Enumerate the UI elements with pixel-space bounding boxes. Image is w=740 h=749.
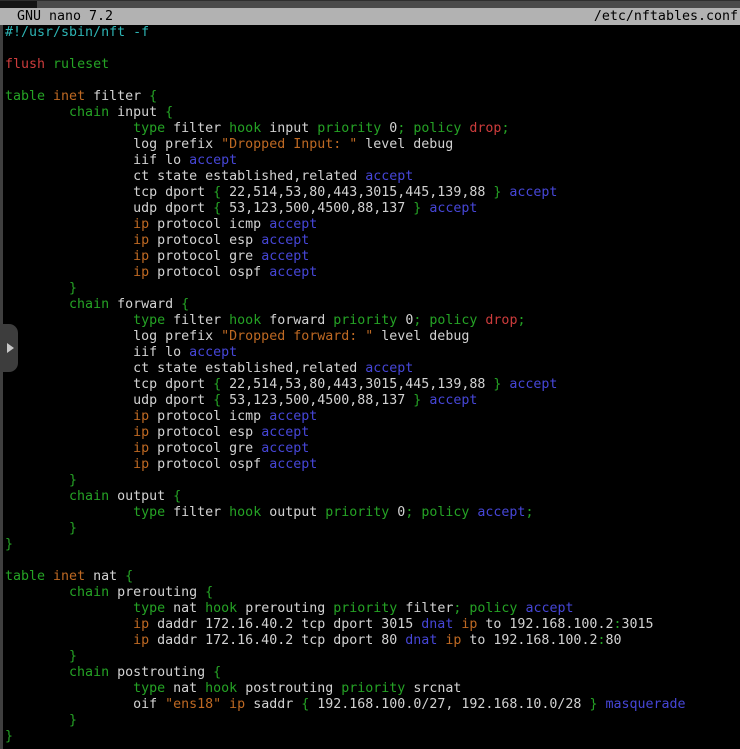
window-top-strip <box>0 0 740 8</box>
code-line: } <box>5 729 740 745</box>
code-line: ip protocol gre accept <box>5 441 740 457</box>
code-line: } <box>5 281 740 297</box>
code-line: ip protocol ospf accept <box>5 265 740 281</box>
code-line: ip protocol ospf accept <box>5 457 740 473</box>
code-line: iif lo accept <box>5 345 740 361</box>
code-line: type filter hook output priority 0; poli… <box>5 505 740 521</box>
code-line: type filter hook input priority 0; polic… <box>5 121 740 137</box>
nano-titlebar: GNU nano 7.2 /etc/nftables.conf <box>0 8 740 25</box>
code-line: ip daddr 172.16.40.2 tcp dport 3015 dnat… <box>5 617 740 633</box>
code-line: flush ruleset <box>5 57 740 73</box>
code-line: ct state established,related accept <box>5 361 740 377</box>
code-line: ip protocol esp accept <box>5 233 740 249</box>
code-line: } <box>5 537 740 553</box>
code-line: } <box>5 713 740 729</box>
chevron-right-icon <box>7 343 14 353</box>
code-line: table inet nat { <box>5 569 740 585</box>
code-line: log prefix "Dropped Input: " level debug <box>5 137 740 153</box>
code-line: ip protocol esp accept <box>5 425 740 441</box>
app-title: GNU nano 7.2 <box>17 9 113 25</box>
code-line: udp dport { 53,123,500,4500,88,137 } acc… <box>5 201 740 217</box>
code-line <box>5 73 740 89</box>
code-line: chain prerouting { <box>5 585 740 601</box>
code-line: type filter hook forward priority 0; pol… <box>5 313 740 329</box>
side-panel-handle[interactable] <box>0 324 18 372</box>
code-line: oif "ens18" ip saddr { 192.168.100.0/27,… <box>5 697 740 713</box>
editor-area[interactable]: #!/usr/sbin/nft -f flush ruleset table ine… <box>0 25 740 749</box>
code-line: } <box>5 521 740 537</box>
code-line: table inet filter { <box>5 89 740 105</box>
code-line: ip protocol icmp accept <box>5 217 740 233</box>
terminal-window: GNU nano 7.2 /etc/nftables.conf #!/usr/s… <box>0 0 740 749</box>
code-line: #!/usr/sbin/nft -f <box>5 25 740 41</box>
code-line <box>5 553 740 569</box>
code-line: chain postrouting { <box>5 665 740 681</box>
code-line: ip daddr 172.16.40.2 tcp dport 80 dnat i… <box>5 633 740 649</box>
code-line: iif lo accept <box>5 153 740 169</box>
code-line: ip protocol icmp accept <box>5 409 740 425</box>
file-path: /etc/nftables.conf <box>594 9 738 25</box>
code-line: } <box>5 473 740 489</box>
code-line: chain output { <box>5 489 740 505</box>
code-line: type nat hook prerouting priority filter… <box>5 601 740 617</box>
code-line: tcp dport { 22,514,53,80,443,3015,445,13… <box>5 185 740 201</box>
code-line: ct state established,related accept <box>5 169 740 185</box>
code-line: tcp dport { 22,514,53,80,443,3015,445,13… <box>5 377 740 393</box>
code-line: chain forward { <box>5 297 740 313</box>
code-line <box>5 41 740 57</box>
code-line: chain input { <box>5 105 740 121</box>
code-line: ip protocol gre accept <box>5 249 740 265</box>
code-line: } <box>5 649 740 665</box>
code-line: udp dport { 53,123,500,4500,88,137 } acc… <box>5 393 740 409</box>
code-line: log prefix "Dropped forward: " level deb… <box>5 329 740 345</box>
code-line: type nat hook postrouting priority srcna… <box>5 681 740 697</box>
